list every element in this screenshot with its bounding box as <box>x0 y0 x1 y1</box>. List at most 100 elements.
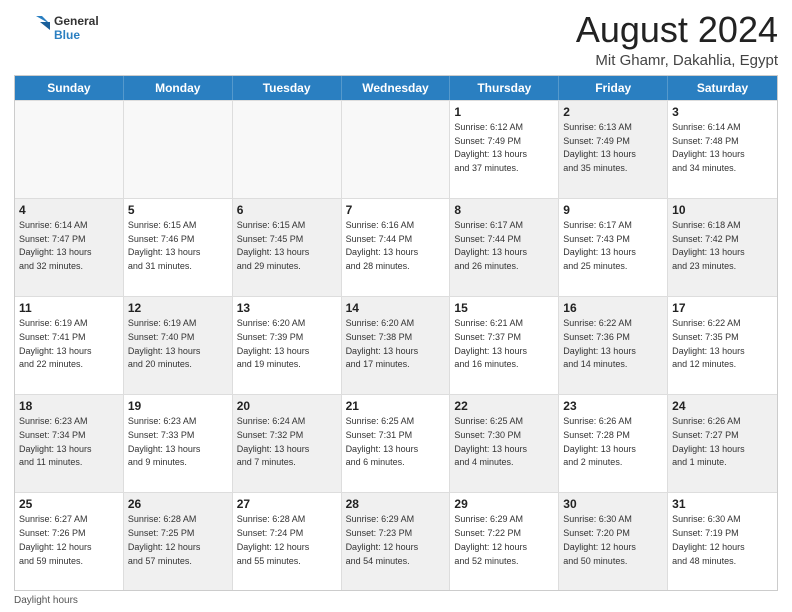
calendar-body: 1 Sunrise: 6:12 AM Sunset: 7:49 PM Daylig… <box>15 100 777 590</box>
day-cell-22: 22Sunrise: 6:25 AM Sunset: 7:30 PM Dayli… <box>450 395 559 492</box>
day-cell-25: 25Sunrise: 6:27 AM Sunset: 7:26 PM Dayli… <box>15 493 124 590</box>
day-info-20: Sunrise: 6:24 AM Sunset: 7:32 PM Dayligh… <box>237 416 310 467</box>
day-info-6: Sunrise: 6:15 AM Sunset: 7:45 PM Dayligh… <box>237 220 310 271</box>
day-number-9: 9 <box>563 202 663 218</box>
page: GeneralBlue August 2024 Mit Ghamr, Dakah… <box>0 0 792 612</box>
day-info-1: Sunrise: 6:12 AM Sunset: 7:49 PM Dayligh… <box>454 122 527 173</box>
day-cell-24: 24Sunrise: 6:26 AM Sunset: 7:27 PM Dayli… <box>668 395 777 492</box>
header-day-monday: Monday <box>124 76 233 100</box>
day-cell-8: 8Sunrise: 6:17 AM Sunset: 7:44 PM Daylig… <box>450 199 559 296</box>
day-number-27: 27 <box>237 496 337 512</box>
day-number-13: 13 <box>237 300 337 316</box>
day-cell-13: 13Sunrise: 6:20 AM Sunset: 7:39 PM Dayli… <box>233 297 342 394</box>
day-number-14: 14 <box>346 300 446 316</box>
subtitle: Mit Ghamr, Dakahlia, Egypt <box>576 52 778 69</box>
day-info-30: Sunrise: 6:30 AM Sunset: 7:20 PM Dayligh… <box>563 514 636 565</box>
day-cell-10: 10 Sunrise: 6:18 AM Sunset: 7:42 PM Dayli… <box>668 199 777 296</box>
day-cell-2: 2 Sunrise: 6:13 AM Sunset: 7:49 PM Daylig… <box>559 101 668 198</box>
header-day-friday: Friday <box>559 76 668 100</box>
header-day-tuesday: Tuesday <box>233 76 342 100</box>
day-info-26: Sunrise: 6:28 AM Sunset: 7:25 PM Dayligh… <box>128 514 201 565</box>
week-row-1: 1 Sunrise: 6:12 AM Sunset: 7:49 PM Daylig… <box>15 100 777 198</box>
day-info-28: Sunrise: 6:29 AM Sunset: 7:23 PM Dayligh… <box>346 514 419 565</box>
day-number-12: 12 <box>128 300 228 316</box>
week-row-2: 4Sunrise: 6:14 AM Sunset: 7:47 PM Daylig… <box>15 198 777 296</box>
day-info-10: Sunrise: 6:18 AM Sunset: 7:42 PM Dayligh… <box>672 220 745 271</box>
day-cell-23: 23 Sunrise: 6:26 AM Sunset: 7:28 PM Dayli… <box>559 395 668 492</box>
day-cell-26: 26Sunrise: 6:28 AM Sunset: 7:25 PM Dayli… <box>124 493 233 590</box>
main-title: August 2024 <box>576 10 778 50</box>
day-number-2: 2 <box>563 104 663 120</box>
day-cell-6: 6 Sunrise: 6:15 AM Sunset: 7:45 PM Daylig… <box>233 199 342 296</box>
day-number-17: 17 <box>672 300 773 316</box>
day-number-5: 5 <box>128 202 228 218</box>
calendar: SundayMondayTuesdayWednesdayThursdayFrid… <box>14 75 778 591</box>
week-row-4: 18 Sunrise: 6:23 AM Sunset: 7:34 PM Dayli… <box>15 394 777 492</box>
day-cell-14: 14 Sunrise: 6:20 AM Sunset: 7:38 PM Dayli… <box>342 297 451 394</box>
day-cell-18: 18 Sunrise: 6:23 AM Sunset: 7:34 PM Dayli… <box>15 395 124 492</box>
day-cell-20: 20 Sunrise: 6:24 AM Sunset: 7:32 PM Dayli… <box>233 395 342 492</box>
day-info-29: Sunrise: 6:29 AM Sunset: 7:22 PM Dayligh… <box>454 514 527 565</box>
empty-cell-w0-0 <box>15 101 124 198</box>
day-number-29: 29 <box>454 496 554 512</box>
day-cell-21: 21 Sunrise: 6:25 AM Sunset: 7:31 PM Dayli… <box>342 395 451 492</box>
day-number-7: 7 <box>346 202 446 218</box>
day-info-21: Sunrise: 6:25 AM Sunset: 7:31 PM Dayligh… <box>346 416 419 467</box>
day-number-16: 16 <box>563 300 663 316</box>
day-info-14: Sunrise: 6:20 AM Sunset: 7:38 PM Dayligh… <box>346 318 419 369</box>
day-cell-16: 16 Sunrise: 6:22 AM Sunset: 7:36 PM Dayli… <box>559 297 668 394</box>
day-info-17: Sunrise: 6:22 AM Sunset: 7:35 PM Dayligh… <box>672 318 745 369</box>
day-number-30: 30 <box>563 496 663 512</box>
day-number-20: 20 <box>237 398 337 414</box>
day-cell-12: 12Sunrise: 6:19 AM Sunset: 7:40 PM Dayli… <box>124 297 233 394</box>
day-cell-30: 30 Sunrise: 6:30 AM Sunset: 7:20 PM Dayli… <box>559 493 668 590</box>
day-number-11: 11 <box>19 300 119 316</box>
day-number-1: 1 <box>454 104 554 120</box>
day-cell-3: 3Sunrise: 6:14 AM Sunset: 7:48 PM Daylig… <box>668 101 777 198</box>
day-info-7: Sunrise: 6:16 AM Sunset: 7:44 PM Dayligh… <box>346 220 419 271</box>
day-info-23: Sunrise: 6:26 AM Sunset: 7:28 PM Dayligh… <box>563 416 636 467</box>
empty-cell-w0-1 <box>124 101 233 198</box>
day-number-10: 10 <box>672 202 773 218</box>
week-row-3: 11 Sunrise: 6:19 AM Sunset: 7:41 PM Dayli… <box>15 296 777 394</box>
day-number-22: 22 <box>454 398 554 414</box>
day-info-18: Sunrise: 6:23 AM Sunset: 7:34 PM Dayligh… <box>19 416 92 467</box>
footer: Daylight hours <box>14 595 778 606</box>
day-cell-31: 31Sunrise: 6:30 AM Sunset: 7:19 PM Dayli… <box>668 493 777 590</box>
logo: GeneralBlue <box>14 10 99 46</box>
day-info-9: Sunrise: 6:17 AM Sunset: 7:43 PM Dayligh… <box>563 220 636 271</box>
day-info-5: Sunrise: 6:15 AM Sunset: 7:46 PM Dayligh… <box>128 220 201 271</box>
day-info-15: Sunrise: 6:21 AM Sunset: 7:37 PM Dayligh… <box>454 318 527 369</box>
calendar-header: SundayMondayTuesdayWednesdayThursdayFrid… <box>15 76 777 100</box>
day-cell-15: 15Sunrise: 6:21 AM Sunset: 7:37 PM Dayli… <box>450 297 559 394</box>
day-cell-9: 9 Sunrise: 6:17 AM Sunset: 7:43 PM Daylig… <box>559 199 668 296</box>
day-cell-11: 11 Sunrise: 6:19 AM Sunset: 7:41 PM Dayli… <box>15 297 124 394</box>
header-day-sunday: Sunday <box>15 76 124 100</box>
day-number-21: 21 <box>346 398 446 414</box>
day-info-31: Sunrise: 6:30 AM Sunset: 7:19 PM Dayligh… <box>672 514 745 565</box>
day-cell-1: 1 Sunrise: 6:12 AM Sunset: 7:49 PM Daylig… <box>450 101 559 198</box>
logo-general: General <box>54 14 99 28</box>
empty-cell-w0-3 <box>342 101 451 198</box>
day-cell-27: 27 Sunrise: 6:28 AM Sunset: 7:24 PM Dayli… <box>233 493 342 590</box>
header-day-wednesday: Wednesday <box>342 76 451 100</box>
day-number-28: 28 <box>346 496 446 512</box>
header-day-saturday: Saturday <box>668 76 777 100</box>
day-number-24: 24 <box>672 398 773 414</box>
week-row-5: 25Sunrise: 6:27 AM Sunset: 7:26 PM Dayli… <box>15 492 777 590</box>
day-number-23: 23 <box>563 398 663 414</box>
header-day-thursday: Thursday <box>450 76 559 100</box>
day-number-6: 6 <box>237 202 337 218</box>
day-info-8: Sunrise: 6:17 AM Sunset: 7:44 PM Dayligh… <box>454 220 527 271</box>
day-info-2: Sunrise: 6:13 AM Sunset: 7:49 PM Dayligh… <box>563 122 636 173</box>
day-info-11: Sunrise: 6:19 AM Sunset: 7:41 PM Dayligh… <box>19 318 92 369</box>
title-block: August 2024 Mit Ghamr, Dakahlia, Egypt <box>576 10 778 69</box>
day-info-25: Sunrise: 6:27 AM Sunset: 7:26 PM Dayligh… <box>19 514 92 565</box>
logo-svg <box>14 10 50 46</box>
day-info-27: Sunrise: 6:28 AM Sunset: 7:24 PM Dayligh… <box>237 514 310 565</box>
day-cell-7: 7 Sunrise: 6:16 AM Sunset: 7:44 PM Daylig… <box>342 199 451 296</box>
day-number-19: 19 <box>128 398 228 414</box>
day-info-16: Sunrise: 6:22 AM Sunset: 7:36 PM Dayligh… <box>563 318 636 369</box>
day-number-18: 18 <box>19 398 119 414</box>
day-number-4: 4 <box>19 202 119 218</box>
